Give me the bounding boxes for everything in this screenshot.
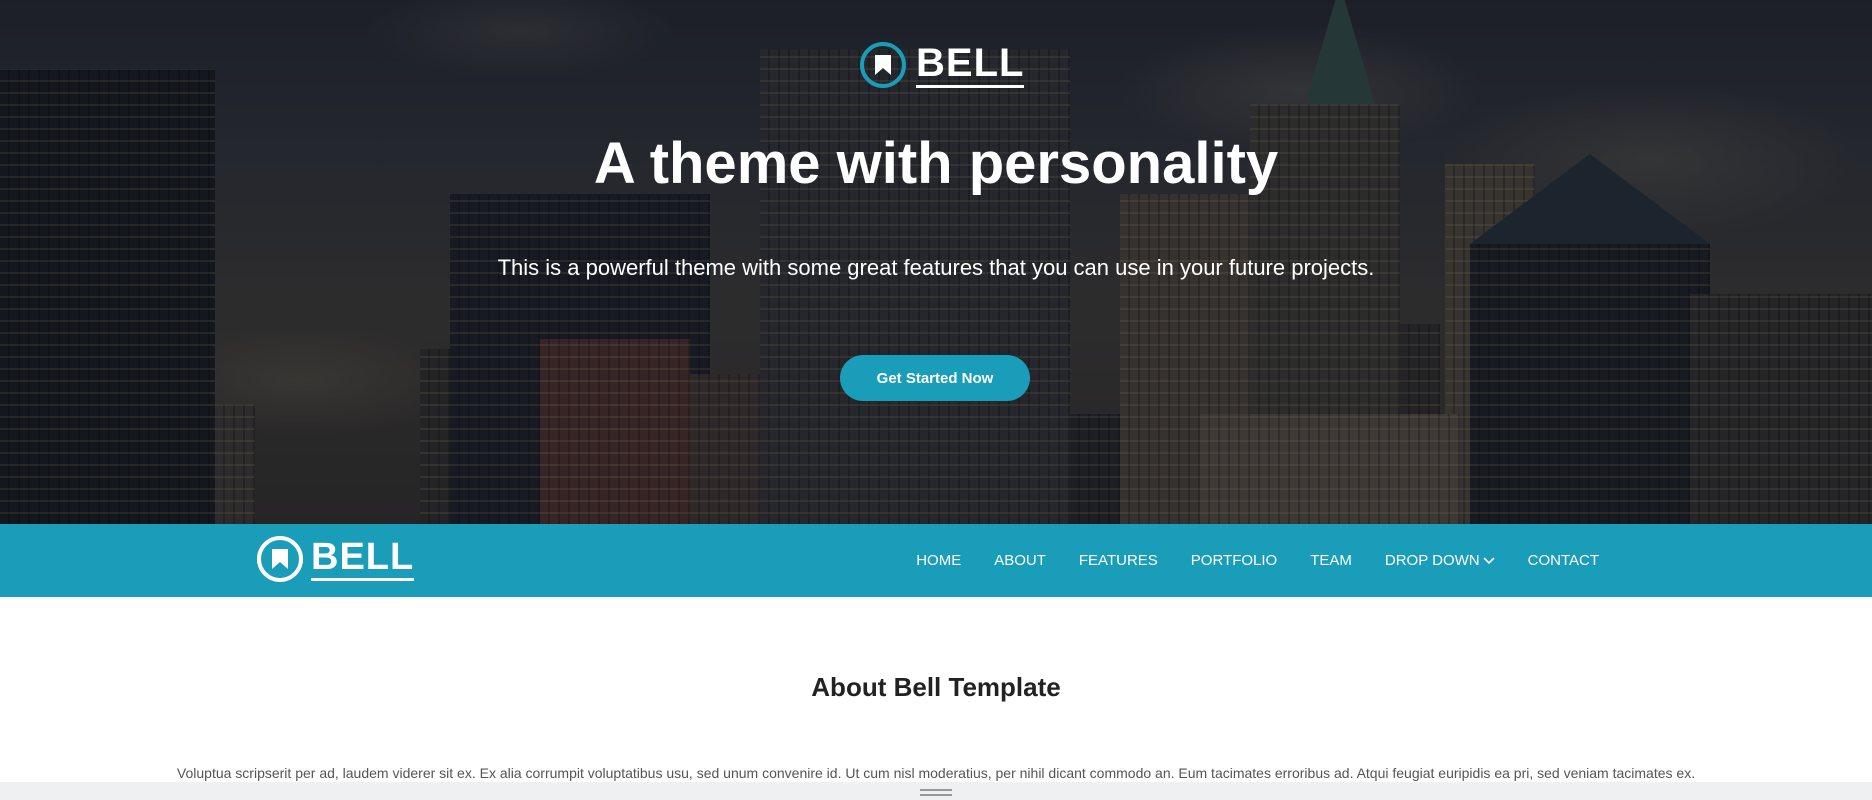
- bookmark-icon: [860, 42, 906, 88]
- main-navbar: BELL HOME ABOUT FEATURES PORTFOLIO TEAM …: [0, 524, 1872, 597]
- nav-item-dropdown-label: DROP DOWN: [1384, 552, 1480, 569]
- bookmark-icon: [257, 536, 303, 582]
- drag-handle-icon[interactable]: [920, 789, 952, 796]
- navbar-logo[interactable]: BELL: [257, 536, 415, 582]
- nav-item-features[interactable]: FEATURES: [1079, 552, 1158, 569]
- nav-item-dropdown[interactable]: DROP DOWN: [1385, 552, 1495, 569]
- hero-subtitle: This is a powerful theme with some great…: [497, 255, 1375, 280]
- nav-item-team[interactable]: TEAM: [1310, 552, 1352, 569]
- navbar-logo-text: BELL: [311, 538, 415, 581]
- about-title: About Bell Template: [811, 672, 1061, 702]
- hero-logo-text: BELL: [916, 43, 1025, 88]
- nav-item-home[interactable]: HOME: [916, 552, 961, 569]
- chevron-down-icon: [1483, 552, 1495, 569]
- hero-title: A theme with personality: [593, 131, 1279, 196]
- hero-section: BELL A theme with personality This is a …: [0, 0, 1872, 524]
- nav-item-portfolio[interactable]: PORTFOLIO: [1191, 552, 1277, 569]
- hero-logo[interactable]: BELL: [860, 42, 1025, 88]
- nav-item-contact[interactable]: CONTACT: [1528, 552, 1599, 569]
- get-started-button[interactable]: Get Started Now: [840, 355, 1030, 401]
- nav-menu: HOME ABOUT FEATURES PORTFOLIO TEAM DROP …: [916, 524, 1599, 597]
- nav-item-about[interactable]: ABOUT: [994, 552, 1046, 569]
- about-text: Voluptua scripserit per ad, laudem vider…: [176, 765, 1696, 781]
